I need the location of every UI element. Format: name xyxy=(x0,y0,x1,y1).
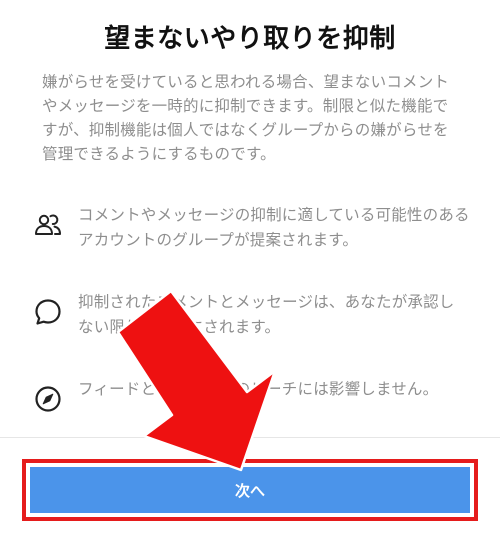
feature-item-hidden-comments: 抑制されたコメントとメッセージは、あなたが承認しない限り非表示にされます。 xyxy=(30,290,470,340)
people-group-icon xyxy=(30,207,66,243)
restrict-unwanted-interactions-screen: 望まないやり取りを抑制 嫌がらせを受けていると思われる場合、望まないコメントやメ… xyxy=(0,0,500,540)
page-title: 望まないやり取りを抑制 xyxy=(104,24,396,54)
next-button-highlight-box: 次へ xyxy=(22,459,478,521)
feature-item-suggested-groups: コメントやメッセージの抑制に適している可能性のあるアカウントのグループが提案され… xyxy=(30,203,470,253)
feature-text-suggested-groups: コメントやメッセージの抑制に適している可能性のあるアカウントのグループが提案され… xyxy=(78,206,470,249)
next-button[interactable]: 次へ xyxy=(30,467,470,513)
feature-text-reach-unaffected: フィードとストーリーのリーチには影響しません。 xyxy=(78,380,439,398)
compass-icon xyxy=(30,381,66,417)
speech-bubble-icon xyxy=(30,294,66,330)
intro-description: 嫌がらせを受けていると思われる場合、望まないコメントやメッセージを一時的に抑制で… xyxy=(42,73,450,163)
feature-text-hidden-comments: 抑制されたコメントとメッセージは、あなたが承認しない限り非表示にされます。 xyxy=(78,293,455,336)
feature-item-reach-unaffected: フィードとストーリーのリーチには影響しません。 xyxy=(30,377,470,417)
divider xyxy=(0,437,500,438)
